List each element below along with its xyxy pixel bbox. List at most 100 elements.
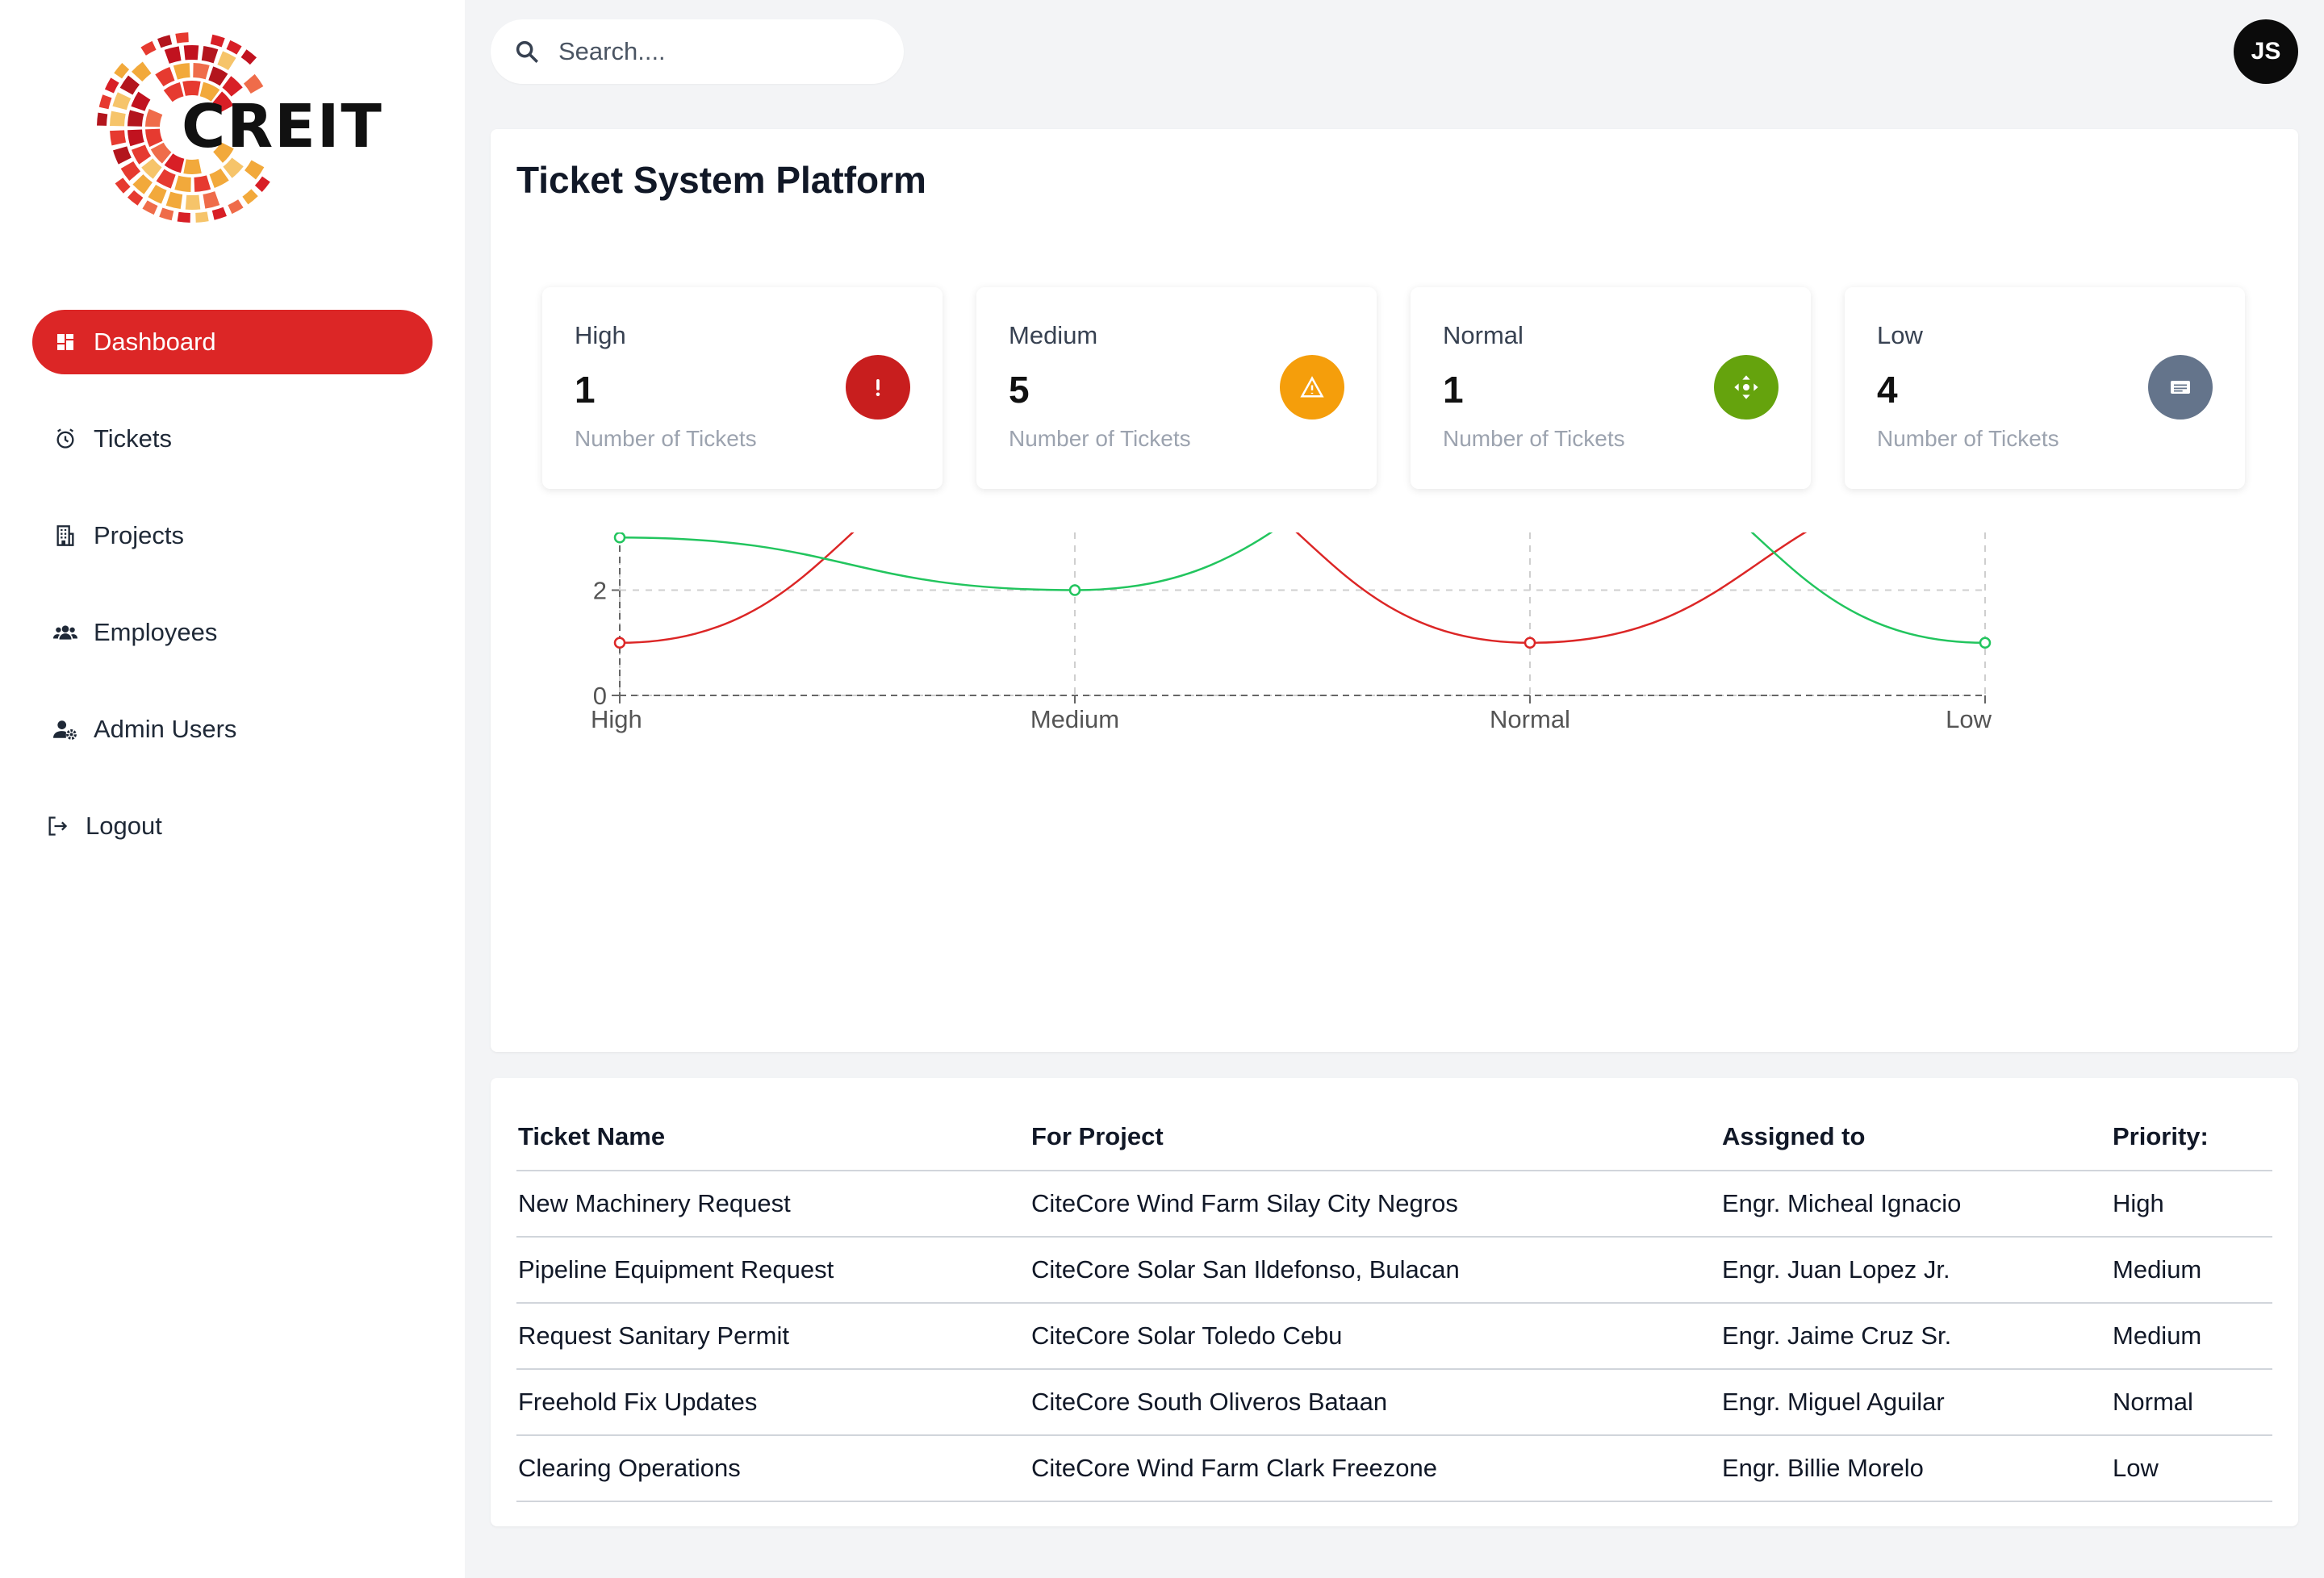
main-content: JS Ticket System Platform High 1 Number …: [465, 0, 2324, 1578]
column-header[interactable]: For Project: [1030, 1104, 1720, 1171]
logo-tile: [194, 175, 211, 192]
exclamation-icon: [846, 355, 910, 420]
column-header[interactable]: Priority:: [2111, 1104, 2272, 1171]
search-icon: [516, 40, 539, 64]
logo-tile: [228, 199, 244, 215]
user-avatar[interactable]: JS: [2234, 19, 2298, 84]
column-header[interactable]: Assigned to: [1720, 1104, 2111, 1171]
logo-tile: [155, 66, 175, 87]
assignee-cell: Engr. Micheal Ignacio: [1720, 1171, 2111, 1238]
logo-tile: [254, 176, 270, 193]
logo-tile: [132, 174, 153, 194]
project-cell: CiteCore South Oliveros Bataan: [1030, 1369, 1720, 1436]
sidebar-item-projects[interactable]: Projects: [32, 503, 433, 568]
logo-tile: [245, 160, 265, 180]
logo-tile: [145, 108, 163, 127]
x-tick-label: Normal: [1490, 705, 1570, 733]
logo-tile: [114, 62, 130, 79]
table-row[interactable]: Clearing Operations CiteCore Wind Farm C…: [516, 1435, 2272, 1502]
user-gear-icon: [53, 717, 77, 741]
stat-label: Normal: [1443, 321, 1524, 349]
users-icon: [53, 620, 77, 645]
logo-tile: [127, 190, 144, 206]
logo-tile: [131, 91, 151, 111]
logo-tile: [217, 51, 236, 71]
logo-tile: [132, 61, 152, 82]
x-tick-label: High: [591, 705, 642, 733]
logo-tile: [226, 40, 242, 55]
logo-tile: [98, 94, 112, 110]
stat-value: 4: [1877, 369, 1898, 411]
table-row[interactable]: Request Sanitary Permit CiteCore Solar T…: [516, 1303, 2272, 1370]
data-point: [1068, 584, 1081, 596]
data-point: [1524, 637, 1536, 649]
sidebar-nav: Dashboard Tickets Projects Employees Adm…: [32, 310, 433, 891]
logo-tile: [177, 211, 190, 223]
series-line-0: [619, 532, 1808, 645]
x-tick-label: Low: [1946, 705, 1992, 733]
stat-caption: Number of Tickets: [575, 426, 757, 451]
logo-tile: [148, 184, 167, 204]
sidebar-item-label: Admin Users: [94, 715, 237, 743]
alarm-clock-icon: [53, 427, 77, 451]
data-point: [613, 637, 626, 649]
logo-tile: [142, 200, 158, 215]
stat-card-medium[interactable]: Medium 5 Number of Tickets: [976, 287, 1377, 489]
project-cell: CiteCore Solar Toledo Cebu: [1030, 1303, 1720, 1370]
stat-card-low[interactable]: Low 4 Number of Tickets: [1845, 287, 2245, 489]
assignee-cell: Engr. Juan Lopez Jr.: [1720, 1237, 2111, 1304]
logout-icon: [45, 814, 69, 838]
logo-tile: [183, 45, 199, 61]
logo-tile: [119, 75, 140, 95]
data-point: [613, 532, 626, 544]
logo-tile: [201, 46, 219, 64]
ticket-name-cell: Freehold Fix Updates: [516, 1369, 1030, 1436]
stat-caption: Number of Tickets: [1877, 426, 2059, 451]
sidebar-item-dashboard[interactable]: Dashboard: [32, 310, 433, 374]
sidebar-item-label: Dashboard: [94, 328, 216, 356]
logo-tile: [145, 128, 163, 148]
ticket-name-cell: Clearing Operations: [516, 1435, 1030, 1502]
sidebar-item-admin-users[interactable]: Admin Users: [32, 697, 433, 762]
logo-tile: [131, 144, 152, 165]
creit-logo[interactable]: CREIT: [97, 29, 382, 227]
priority-cell: High: [2111, 1171, 2272, 1238]
brand-name: CREIT: [182, 92, 383, 161]
ticket-name-cell: Pipeline Equipment Request: [516, 1237, 1030, 1304]
search-input[interactable]: [557, 36, 899, 67]
logo-tile: [240, 49, 257, 65]
priority-cell: Medium: [2111, 1303, 2272, 1370]
table-row[interactable]: Freehold Fix Updates CiteCore South Oliv…: [516, 1369, 2272, 1436]
table-row[interactable]: Pipeline Equipment Request CiteCore Sola…: [516, 1237, 2272, 1304]
priority-cell: Normal: [2111, 1369, 2272, 1436]
stat-label: Medium: [1009, 321, 1098, 349]
sidebar-item-logout[interactable]: Logout: [32, 794, 433, 858]
project-cell: CiteCore Wind Farm Silay City Negros: [1030, 1171, 1720, 1238]
assignee-cell: Engr. Miguel Aguilar: [1720, 1369, 2111, 1436]
stat-card-high[interactable]: High 1 Number of Tickets: [542, 287, 943, 489]
stat-label: High: [575, 321, 626, 349]
logo-tile: [243, 73, 264, 94]
column-header[interactable]: Ticket Name: [516, 1104, 1030, 1171]
sidebar-item-tickets[interactable]: Tickets: [32, 407, 433, 471]
stat-value: 5: [1009, 369, 1030, 411]
sidebar-item-employees[interactable]: Employees: [32, 600, 433, 665]
priority-cell: Low: [2111, 1435, 2272, 1502]
logo-tile: [163, 82, 184, 102]
logo-tile: [164, 46, 182, 64]
ticket-name-cell: Request Sanitary Permit: [516, 1303, 1030, 1370]
logo-tile: [113, 146, 132, 165]
logo-tile: [203, 191, 220, 209]
table-row[interactable]: New Machinery Request CiteCore Wind Farm…: [516, 1171, 2272, 1238]
search-bar[interactable]: [491, 19, 904, 84]
logo-tile: [127, 129, 144, 147]
x-tick-label: Medium: [1030, 705, 1119, 733]
logo-tile: [211, 207, 227, 220]
table-header-row: Ticket Name For Project Assigned to Prio…: [516, 1104, 2272, 1171]
logo-tile: [157, 35, 173, 48]
sidebar-item-label: Projects: [94, 521, 184, 549]
stat-card-normal[interactable]: Normal 1 Number of Tickets: [1411, 287, 1811, 489]
dashboard-card: Ticket System Platform High 1 Number of …: [491, 129, 2298, 1052]
logo-tile: [159, 207, 174, 221]
project-cell: CiteCore Wind Farm Clark Freezone: [1030, 1435, 1720, 1502]
